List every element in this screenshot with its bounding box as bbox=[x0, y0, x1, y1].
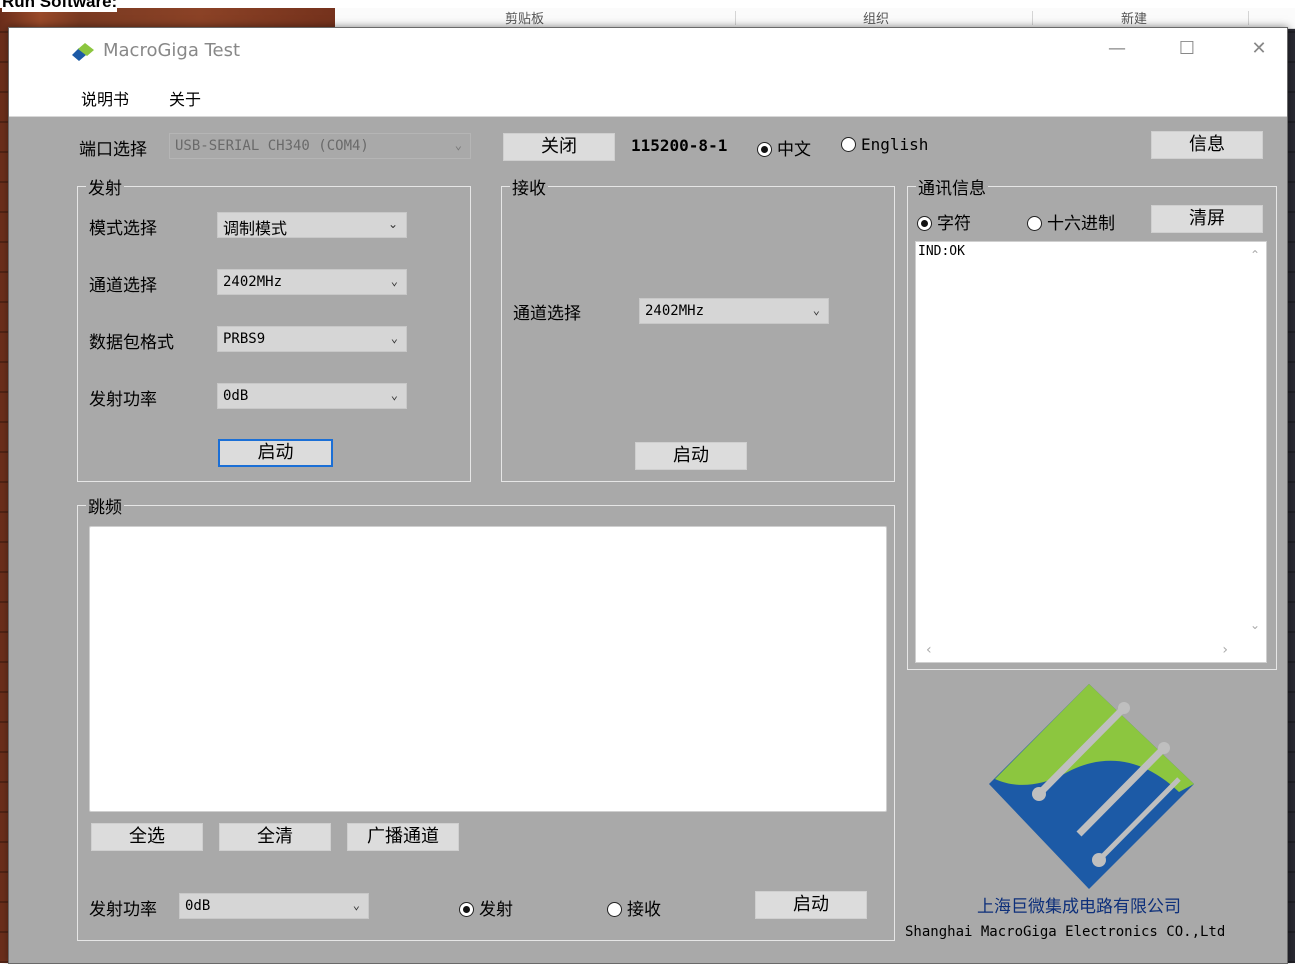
tx-channel-select[interactable]: 2402MHz ⌄ bbox=[217, 269, 407, 295]
comm-log-text: IND:OK bbox=[918, 244, 965, 259]
mode-label: 模式选择 bbox=[89, 219, 157, 239]
chevron-down-icon: ⌄ bbox=[390, 274, 398, 288]
comm-group-title: 通讯信息 bbox=[916, 174, 988, 199]
ribbon-separator bbox=[1032, 11, 1033, 25]
radio-selected-icon bbox=[757, 142, 772, 157]
tx-group-title: 发射 bbox=[86, 174, 124, 199]
company-logo-icon bbox=[989, 684, 1194, 889]
chevron-down-icon: ⌄ bbox=[812, 303, 820, 317]
radio-selected-icon bbox=[459, 902, 474, 917]
rx-group-title: 接收 bbox=[510, 174, 548, 199]
broadcast-channel-button[interactable]: 广播通道 bbox=[347, 823, 459, 851]
hop-tx-radio[interactable]: 发射 bbox=[459, 895, 513, 920]
hop-start-button[interactable]: 启动 bbox=[755, 891, 867, 919]
explorer-ribbon: 剪贴板 组织 新建 bbox=[335, 8, 1295, 29]
baud-rate-text: 115200-8-1 bbox=[631, 136, 728, 155]
hop-power-select[interactable]: 0dB ⌄ bbox=[179, 893, 369, 919]
lang-cn-label: 中文 bbox=[777, 140, 811, 160]
hop-power-label: 发射功率 bbox=[89, 900, 157, 920]
ribbon-new[interactable]: 新建 bbox=[1121, 8, 1147, 27]
chevron-down-icon: ⌄ bbox=[387, 217, 398, 231]
select-all-button[interactable]: 全选 bbox=[91, 823, 203, 851]
chevron-down-icon: ⌄ bbox=[454, 138, 462, 152]
scroll-left-icon[interactable]: ‹ bbox=[926, 642, 932, 658]
packet-format-value: PRBS9 bbox=[223, 331, 266, 347]
packet-format-select[interactable]: PRBS9 ⌄ bbox=[217, 326, 407, 352]
chevron-down-icon: ⌄ bbox=[390, 388, 398, 402]
rx-group: 接收 bbox=[501, 174, 895, 482]
maximize-icon[interactable]: ☐ bbox=[1167, 38, 1207, 59]
tx-power-select[interactable]: 0dB ⌄ bbox=[217, 383, 407, 409]
hop-tx-label: 发射 bbox=[479, 900, 513, 920]
radio-unselected-icon bbox=[841, 137, 856, 152]
hop-group-title: 跳频 bbox=[86, 493, 124, 518]
title-bar: MacroGiga Test — ☐ ✕ bbox=[9, 28, 1287, 76]
ribbon-separator bbox=[735, 11, 736, 25]
clear-screen-button[interactable]: 清屏 bbox=[1151, 205, 1263, 233]
menu-bar: 说明书 关于 bbox=[9, 76, 1287, 117]
lang-cn-radio[interactable]: 中文 bbox=[757, 135, 811, 160]
tx-start-button[interactable]: 启动 bbox=[218, 439, 333, 467]
rx-channel-value: 2402MHz bbox=[645, 303, 705, 319]
rx-channel-select[interactable]: 2402MHz ⌄ bbox=[639, 298, 829, 324]
company-name-cn: 上海巨微集成电路有限公司 bbox=[977, 897, 1181, 917]
packet-format-label: 数据包格式 bbox=[89, 333, 174, 353]
scroll-right-icon[interactable]: › bbox=[1222, 642, 1228, 658]
radio-unselected-icon bbox=[607, 902, 622, 917]
tx-power-value: 0dB bbox=[223, 388, 249, 404]
port-label: 端口选择 bbox=[79, 140, 147, 160]
scroll-up-icon[interactable]: ⌃ bbox=[1250, 248, 1260, 262]
hex-mode-label: 十六进制 bbox=[1047, 214, 1115, 234]
hop-channel-list[interactable] bbox=[89, 526, 887, 812]
scroll-down-icon[interactable]: ⌄ bbox=[1250, 618, 1260, 632]
hop-rx-radio[interactable]: 接收 bbox=[607, 895, 661, 920]
lang-en-label: English bbox=[861, 135, 929, 154]
minimize-icon[interactable]: — bbox=[1097, 38, 1137, 59]
close-port-button[interactable]: 关闭 bbox=[503, 133, 615, 161]
company-name-en: Shanghai MacroGiga Electronics CO.,Ltd bbox=[905, 924, 1226, 940]
lang-en-radio[interactable]: English bbox=[841, 135, 928, 154]
document-caption: Run Software: bbox=[2, 0, 118, 12]
ribbon-organize[interactable]: 组织 bbox=[863, 8, 889, 27]
tx-channel-label: 通道选择 bbox=[89, 276, 157, 296]
hop-rx-label: 接收 bbox=[627, 900, 661, 920]
port-select[interactable]: USB-SERIAL CH340 (COM4) ⌄ bbox=[169, 133, 471, 159]
chevron-down-icon: ⌄ bbox=[352, 898, 360, 912]
radio-unselected-icon bbox=[1027, 216, 1042, 231]
menu-about[interactable]: 关于 bbox=[169, 86, 201, 110]
char-mode-label: 字符 bbox=[937, 214, 971, 234]
app-window: MacroGiga Test — ☐ ✕ 说明书 关于 端口选择 USB-SER… bbox=[8, 27, 1288, 964]
ribbon-clipboard[interactable]: 剪贴板 bbox=[505, 8, 544, 27]
char-mode-radio[interactable]: 字符 bbox=[917, 209, 971, 234]
window-title: MacroGiga Test bbox=[103, 40, 241, 61]
comm-log-textarea[interactable]: IND:OK ⌃ ⌄ ‹ › bbox=[915, 241, 1267, 663]
tx-power-label: 发射功率 bbox=[89, 390, 157, 410]
close-icon[interactable]: ✕ bbox=[1239, 38, 1279, 59]
app-logo-icon bbox=[72, 43, 94, 61]
chevron-down-icon: ⌄ bbox=[390, 331, 398, 345]
mode-select-value: 调制模式 bbox=[223, 219, 288, 238]
radio-selected-icon bbox=[917, 216, 932, 231]
clear-all-button[interactable]: 全清 bbox=[219, 823, 331, 851]
ribbon-separator bbox=[1248, 11, 1249, 25]
hex-mode-radio[interactable]: 十六进制 bbox=[1027, 209, 1115, 234]
info-button[interactable]: 信息 bbox=[1151, 131, 1263, 159]
mode-select[interactable]: 调制模式 ⌄ bbox=[217, 212, 407, 238]
hop-power-value: 0dB bbox=[185, 898, 211, 914]
rx-channel-label: 通道选择 bbox=[513, 304, 581, 324]
tx-channel-value: 2402MHz bbox=[223, 274, 283, 290]
rx-start-button[interactable]: 启动 bbox=[635, 442, 747, 470]
menu-manual[interactable]: 说明书 bbox=[81, 86, 129, 110]
port-select-value: USB-SERIAL CH340 (COM4) bbox=[175, 138, 369, 154]
